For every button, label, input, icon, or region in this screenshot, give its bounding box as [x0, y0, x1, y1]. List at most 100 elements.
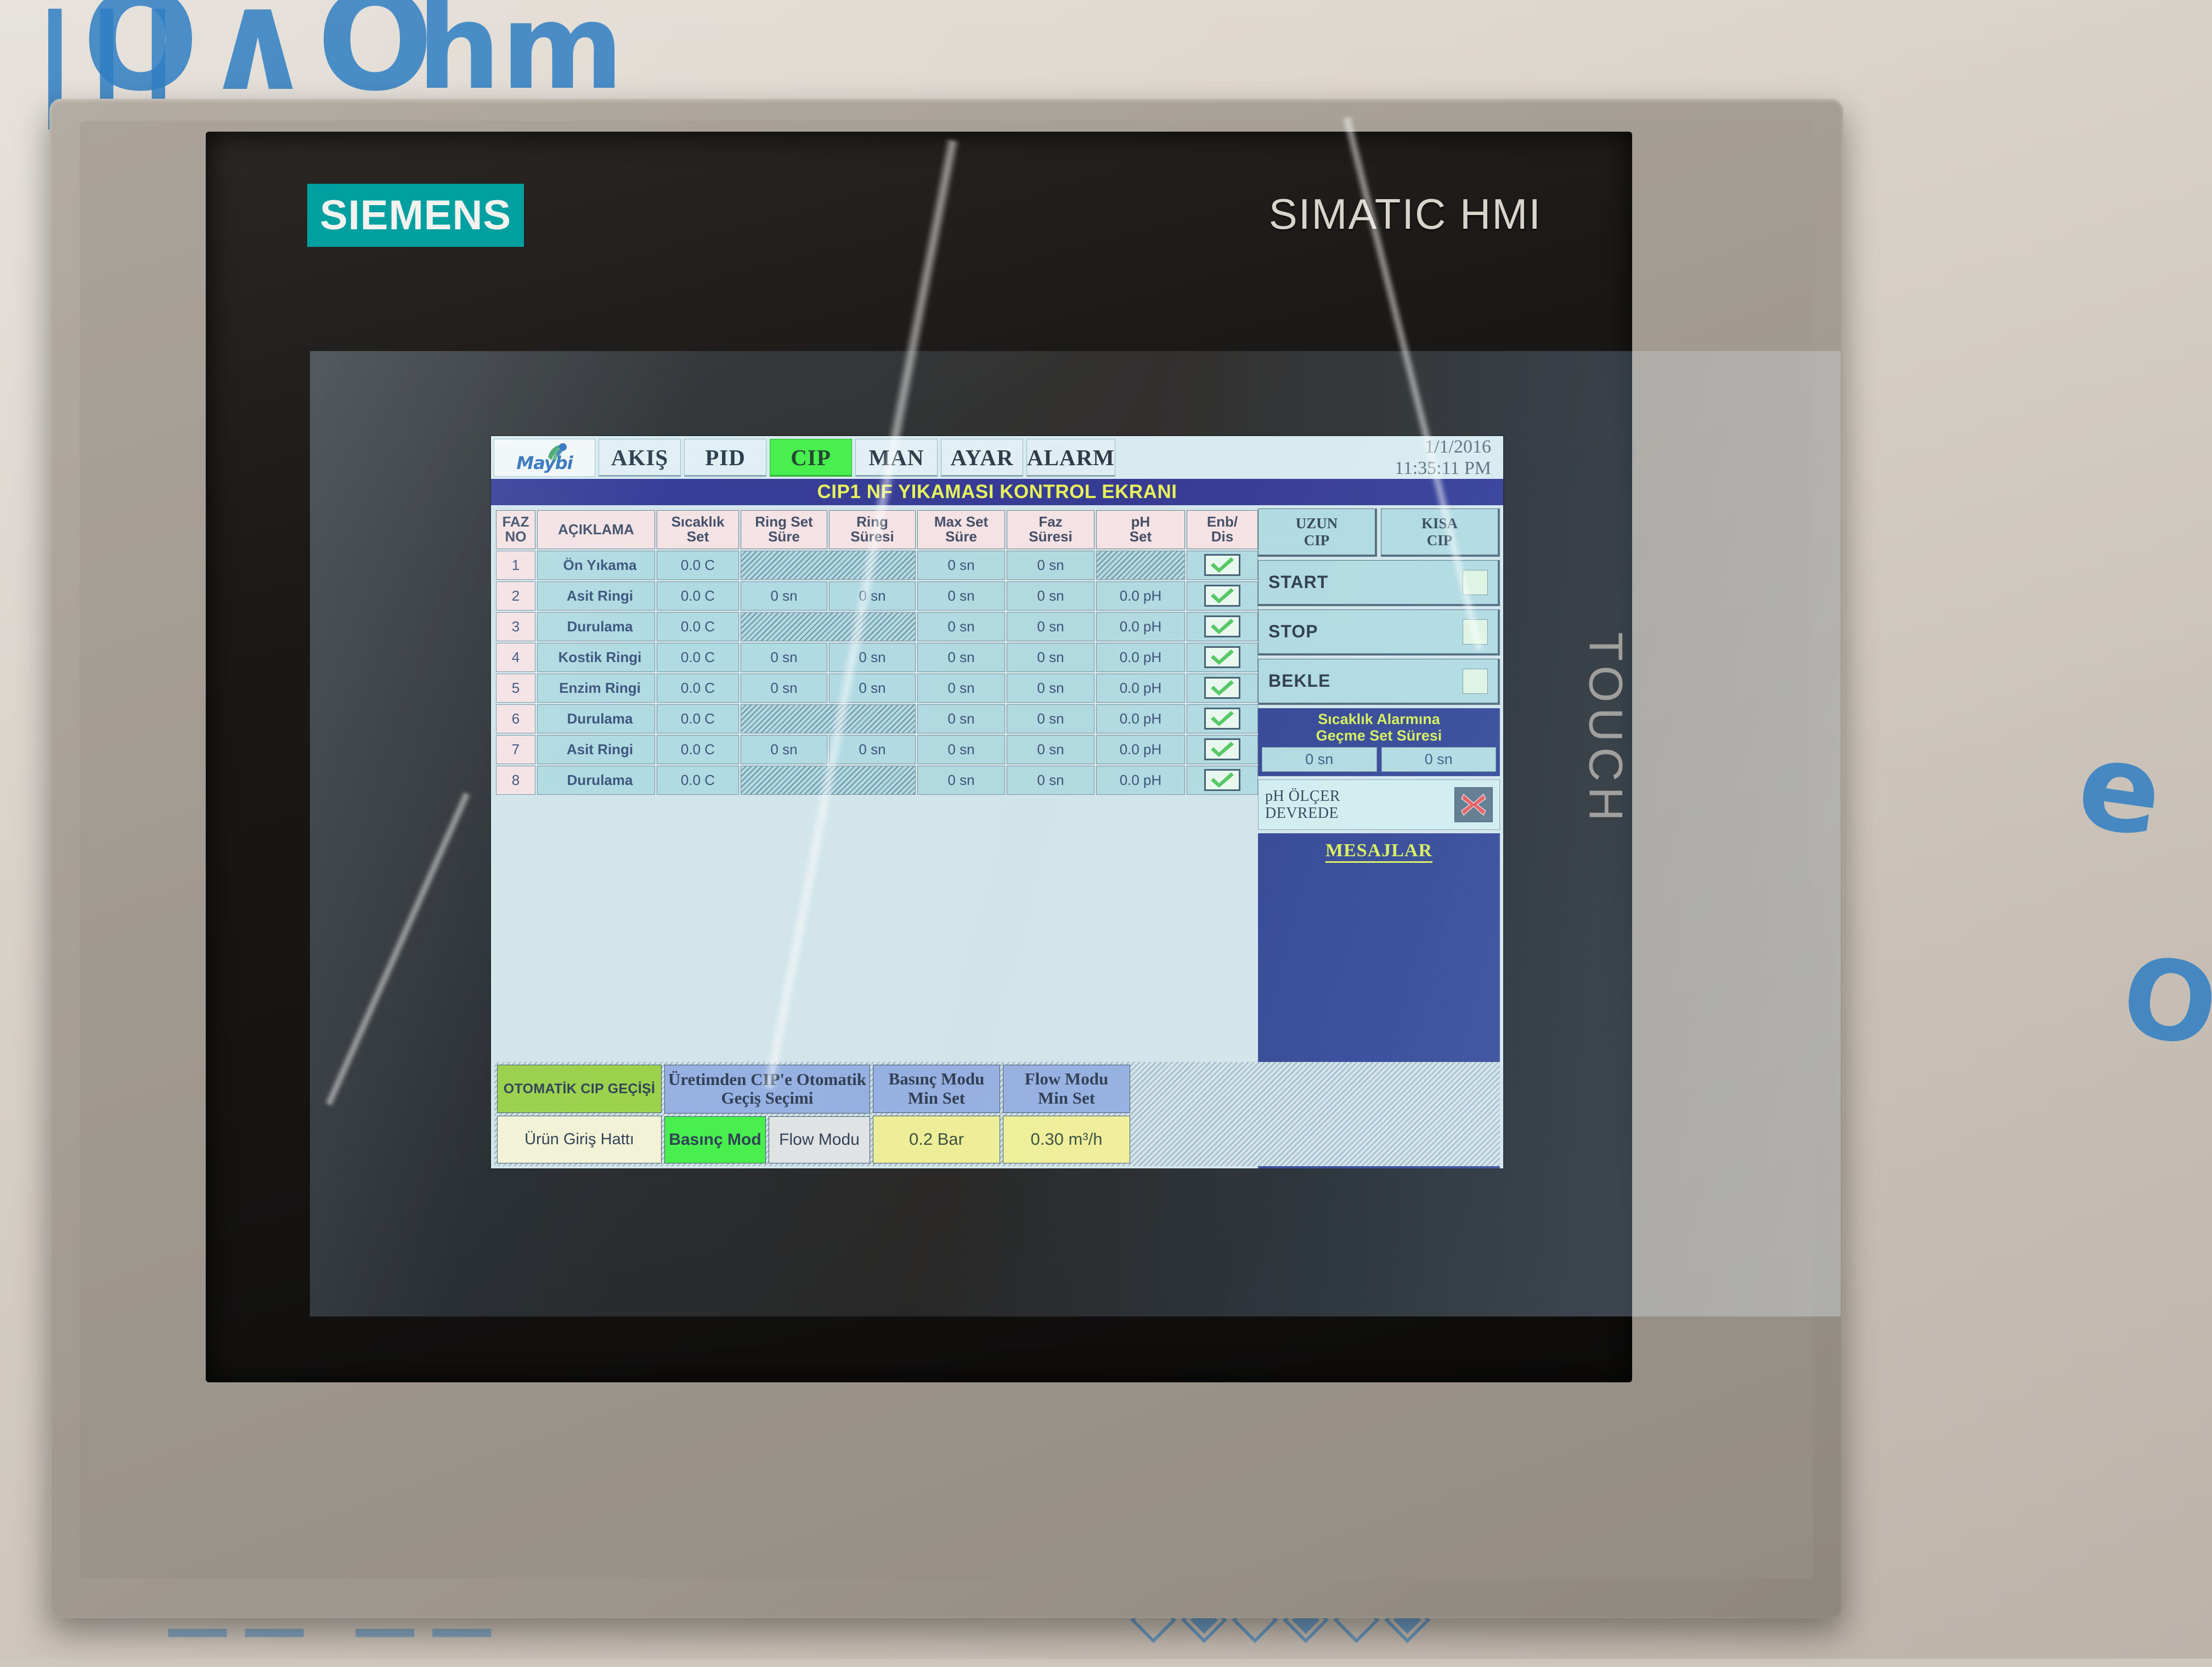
cell-max-set-sure[interactable]: 0 sn [917, 612, 1005, 641]
flow-modu-button[interactable]: Flow Modu [769, 1116, 870, 1164]
tab-ayar[interactable]: AYAR [941, 439, 1023, 477]
cell-ring-set-sure[interactable]: 0 sn [741, 735, 827, 764]
cell-faz-no: 1 [496, 551, 535, 580]
tab-cip[interactable]: CIP [770, 439, 852, 477]
cell-faz-suresi[interactable]: 0 sn [1007, 674, 1094, 703]
maybi-logo-icon [545, 443, 569, 465]
tab-label: AKIŞ [611, 444, 668, 471]
cell-sicaklik-set[interactable]: 0.0 C [657, 766, 739, 795]
cell-enb-dis [1187, 581, 1258, 611]
cell-ph-set[interactable]: 0.0 pH [1096, 704, 1185, 733]
cell-ring-suresi[interactable]: 0 sn [829, 643, 916, 672]
bekle-label: BEKLE [1268, 671, 1330, 691]
cell-max-set-sure[interactable]: 0 sn [917, 551, 1005, 580]
cell-max-set-sure[interactable]: 0 sn [917, 674, 1005, 703]
cell-faz-suresi[interactable]: 0 sn [1007, 735, 1094, 764]
cell-sicaklik-set[interactable]: 0.0 C [657, 674, 739, 703]
pressure-min-set-column: Basınç Modu Min Set 0.2 Bar [873, 1065, 1000, 1163]
cell-sicaklik-set[interactable]: 0.0 C [657, 643, 739, 672]
cell-ph-set[interactable]: 0.0 pH [1096, 643, 1185, 672]
cell-ph-set[interactable]: 0.0 pH [1096, 766, 1185, 795]
basinc-mod-button[interactable]: Basınç Mod [664, 1116, 766, 1164]
cell-faz-suresi[interactable]: 0 sn [1007, 581, 1094, 611]
enable-checkbox[interactable] [1204, 585, 1240, 607]
tab-akis[interactable]: AKIŞ [599, 439, 681, 477]
cell-ring-suresi[interactable]: 0 sn [829, 735, 916, 764]
cell-max-set-sure[interactable]: 0 sn [917, 643, 1005, 672]
cell-ph-set[interactable]: 0.0 pH [1096, 612, 1185, 641]
bekle-button[interactable]: BEKLE [1258, 659, 1500, 705]
bottom-control-strip: OTOMATİK CIP GEÇİŞİ Ürün Giriş Hattı Üre… [494, 1062, 1500, 1166]
cell-max-set-sure[interactable]: 0 sn [917, 766, 1005, 795]
enable-checkbox[interactable] [1204, 708, 1240, 730]
cell-ring-suresi[interactable]: 0 sn [829, 674, 916, 703]
uzun-cip-button[interactable]: UZUN CIP [1258, 508, 1377, 557]
enable-checkbox[interactable] [1204, 615, 1240, 637]
cell-aciklama[interactable]: Durulama [537, 766, 655, 795]
col-header-enb-dis: Enb/ Dis [1187, 510, 1258, 549]
table-row: 7Asit Ringi0.0 C0 sn0 sn0 sn0 sn0.0 pH [496, 735, 1258, 764]
stop-label: STOP [1268, 621, 1318, 642]
col-header-faz-suresi: Faz Süresi [1007, 510, 1094, 549]
tab-alarm[interactable]: ALARM [1026, 439, 1115, 477]
enable-checkbox[interactable] [1204, 646, 1240, 668]
cell-enb-dis [1187, 612, 1258, 641]
cell-sicaklik-set[interactable]: 0.0 C [657, 704, 739, 733]
cell-faz-suresi[interactable]: 0 sn [1007, 766, 1094, 795]
cell-max-set-sure[interactable]: 0 sn [917, 581, 1005, 611]
film-glare-streak [324, 792, 472, 1107]
cell-ring-disabled [741, 766, 916, 795]
tab-pid[interactable]: PID [684, 439, 766, 477]
alarm-delay-field-1[interactable]: 0 sn [1262, 747, 1377, 772]
tab-label: AYAR [951, 444, 1014, 471]
cell-ring-disabled [741, 612, 916, 641]
cell-aciklama[interactable]: Enzim Ringi [537, 674, 655, 703]
start-button[interactable]: START [1258, 560, 1500, 606]
cell-aciklama[interactable]: Asit Ringi [537, 735, 655, 764]
cell-faz-suresi[interactable]: 0 sn [1007, 643, 1094, 672]
tab-man[interactable]: MAN [855, 439, 938, 477]
enable-checkbox[interactable] [1204, 769, 1240, 791]
basinc-min-set-value[interactable]: 0.2 Bar [873, 1116, 1000, 1164]
cell-aciklama[interactable]: Durulama [537, 704, 655, 733]
enable-checkbox[interactable] [1204, 738, 1240, 760]
cell-ring-set-sure[interactable]: 0 sn [741, 643, 827, 672]
stop-button[interactable]: STOP [1258, 609, 1500, 656]
cell-aciklama[interactable]: Durulama [537, 612, 655, 641]
col-header-ring-suresi: Ring Süresi [829, 510, 916, 549]
cell-faz-suresi[interactable]: 0 sn [1007, 551, 1094, 580]
cell-ring-set-sure[interactable]: 0 sn [741, 581, 827, 611]
cell-max-set-sure[interactable]: 0 sn [917, 704, 1005, 733]
cell-sicaklik-set[interactable]: 0.0 C [657, 735, 739, 764]
cell-ring-suresi[interactable]: 0 sn [829, 581, 916, 611]
maybi-logo[interactable]: Maybi [494, 439, 595, 477]
cell-faz-suresi[interactable]: 0 sn [1007, 704, 1094, 733]
urun-giris-hatti-button[interactable]: Ürün Giriş Hattı [497, 1116, 662, 1164]
flow-min-set-value[interactable]: 0.30 m³/h [1003, 1116, 1130, 1164]
cell-ph-set[interactable]: 0.0 pH [1096, 581, 1185, 611]
hmi-screen[interactable]: Maybi AKIŞ PID CIP MAN AYAR ALA [491, 436, 1503, 1168]
cell-sicaklik-set[interactable]: 0.0 C [657, 551, 739, 580]
cell-max-set-sure[interactable]: 0 sn [917, 735, 1005, 764]
datetime-display: 1/1/2016 11:35:11 PM [1395, 439, 1501, 477]
tab-label: MAN [869, 444, 924, 471]
cell-sicaklik-set[interactable]: 0.0 C [657, 581, 739, 611]
cell-aciklama[interactable]: Kostik Ringi [537, 643, 655, 672]
cell-enb-dis [1187, 704, 1258, 733]
cell-faz-no: 8 [496, 766, 535, 795]
alarm-delay-field-2[interactable]: 0 sn [1381, 747, 1497, 772]
ph-meter-toggle-button[interactable] [1454, 787, 1493, 822]
enable-checkbox[interactable] [1204, 554, 1240, 576]
cell-faz-suresi[interactable]: 0 sn [1007, 612, 1094, 641]
table-row: 3Durulama0.0 C0 sn0 sn0.0 pH [496, 612, 1258, 641]
uretimden-cipe-title: Üretimden CIP'e Otomatik Geçiş Seçimi [664, 1065, 870, 1114]
cell-aciklama[interactable]: Asit Ringi [537, 581, 655, 611]
enable-checkbox[interactable] [1204, 677, 1240, 699]
cell-aciklama[interactable]: Ön Yıkama [537, 551, 655, 580]
otomatik-cip-gecisi-button[interactable]: OTOMATİK CIP GEÇİŞİ [497, 1065, 662, 1113]
cell-ph-set[interactable]: 0.0 pH [1096, 674, 1185, 703]
kisa-cip-button[interactable]: KISA CIP [1381, 508, 1500, 557]
cell-sicaklik-set[interactable]: 0.0 C [657, 612, 739, 641]
cell-ring-set-sure[interactable]: 0 sn [741, 674, 827, 703]
cell-ph-set[interactable]: 0.0 pH [1096, 735, 1185, 764]
